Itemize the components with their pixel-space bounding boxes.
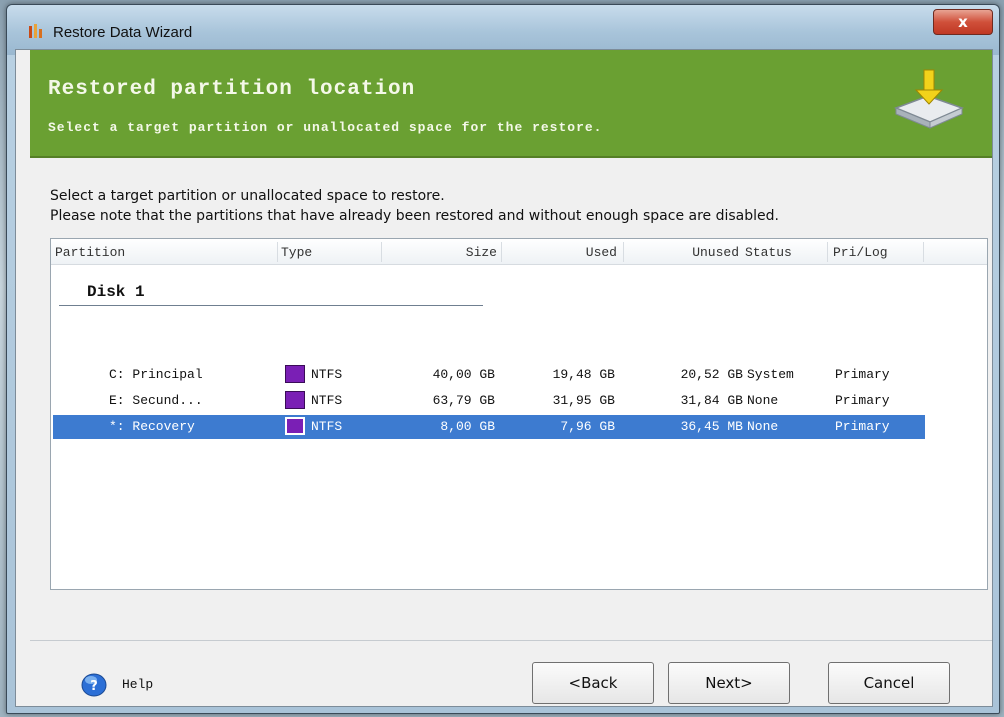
restore-wizard-icon bbox=[29, 24, 42, 38]
list-header: Partition Type Size Used Unused Status P… bbox=[51, 239, 987, 265]
cell-size: 40,00 GB bbox=[432, 367, 495, 382]
window-title: Restore Data Wizard bbox=[53, 24, 193, 41]
column-divider[interactable] bbox=[381, 242, 382, 262]
partition-row-e[interactable]: E: Secund... NTFS 63,79 GB 31,95 GB 31,8… bbox=[53, 389, 925, 413]
cell-prilog: Primary bbox=[835, 419, 890, 434]
partition-row-recovery[interactable]: *: Recovery NTFS 8,00 GB 7,96 GB 36,45 M… bbox=[53, 415, 925, 439]
svg-text:?: ? bbox=[90, 679, 98, 694]
cell-type: NTFS bbox=[311, 367, 343, 382]
disk-divider bbox=[59, 305, 483, 306]
column-divider[interactable] bbox=[623, 242, 624, 262]
cell-status: None bbox=[747, 419, 779, 434]
ntfs-color-swatch bbox=[285, 417, 305, 435]
partition-row-c[interactable]: C: Principal NTFS 40,00 GB 19,48 GB 20,5… bbox=[53, 363, 925, 387]
cell-status: System bbox=[747, 367, 794, 382]
header-title: Restored partition location bbox=[48, 78, 416, 101]
col-header-used[interactable]: Used bbox=[505, 245, 617, 261]
cancel-button[interactable]: Cancel bbox=[828, 662, 950, 704]
wizard-body: Restored partition location Select a tar… bbox=[15, 49, 993, 707]
col-header-prilog[interactable]: Pri/Log bbox=[833, 245, 888, 261]
header-subtitle: Select a target partition or unallocated… bbox=[48, 120, 603, 135]
column-divider[interactable] bbox=[827, 242, 828, 262]
cell-prilog: Primary bbox=[835, 367, 890, 382]
cell-size: 63,79 GB bbox=[432, 393, 495, 408]
instructions: Select a target partition or unallocated… bbox=[50, 186, 779, 226]
column-divider[interactable] bbox=[923, 242, 924, 262]
cell-status: None bbox=[747, 393, 779, 408]
cell-unused: 20,52 GB bbox=[680, 367, 743, 382]
title-bar: Restore Data Wizard x bbox=[7, 5, 999, 55]
cell-size: 8,00 GB bbox=[440, 419, 495, 434]
cell-partition: *: Recovery bbox=[109, 419, 195, 434]
ntfs-color-swatch bbox=[285, 365, 305, 383]
ntfs-color-swatch bbox=[285, 391, 305, 409]
instruction-line-1: Select a target partition or unallocated… bbox=[50, 188, 445, 204]
cell-prilog: Primary bbox=[835, 393, 890, 408]
cell-unused: 36,45 MB bbox=[680, 419, 743, 434]
cell-used: 7,96 GB bbox=[560, 419, 615, 434]
col-header-size[interactable]: Size bbox=[385, 245, 497, 261]
cell-partition: E: Secund... bbox=[109, 393, 203, 408]
cell-unused: 31,84 GB bbox=[680, 393, 743, 408]
column-divider[interactable] bbox=[501, 242, 502, 262]
help-label: Help bbox=[122, 677, 154, 692]
wizard-window: Restore Data Wizard x Restored partition… bbox=[6, 4, 1000, 714]
col-header-type[interactable]: Type bbox=[281, 245, 312, 261]
wizard-header: Restored partition location Select a tar… bbox=[30, 50, 992, 158]
col-header-partition[interactable]: Partition bbox=[55, 245, 125, 261]
col-header-unused[interactable]: Unused bbox=[627, 245, 739, 261]
next-button[interactable]: Next> bbox=[668, 662, 790, 704]
instruction-line-2: Please note that the partitions that hav… bbox=[50, 208, 779, 224]
cell-type: NTFS bbox=[311, 393, 343, 408]
col-header-status[interactable]: Status bbox=[745, 245, 792, 261]
cell-type: NTFS bbox=[311, 419, 343, 434]
back-button[interactable]: <Back bbox=[532, 662, 654, 704]
help-globe-icon: ? bbox=[81, 673, 107, 697]
column-divider[interactable] bbox=[277, 242, 278, 262]
disk-download-icon bbox=[893, 69, 965, 129]
cell-used: 31,95 GB bbox=[552, 393, 615, 408]
cell-partition: C: Principal bbox=[109, 367, 203, 382]
close-button[interactable]: x bbox=[933, 9, 993, 35]
partition-list[interactable]: Partition Type Size Used Unused Status P… bbox=[50, 238, 988, 590]
cell-used: 19,48 GB bbox=[552, 367, 615, 382]
disk-label: Disk 1 bbox=[87, 283, 145, 301]
footer-divider bbox=[30, 640, 992, 641]
